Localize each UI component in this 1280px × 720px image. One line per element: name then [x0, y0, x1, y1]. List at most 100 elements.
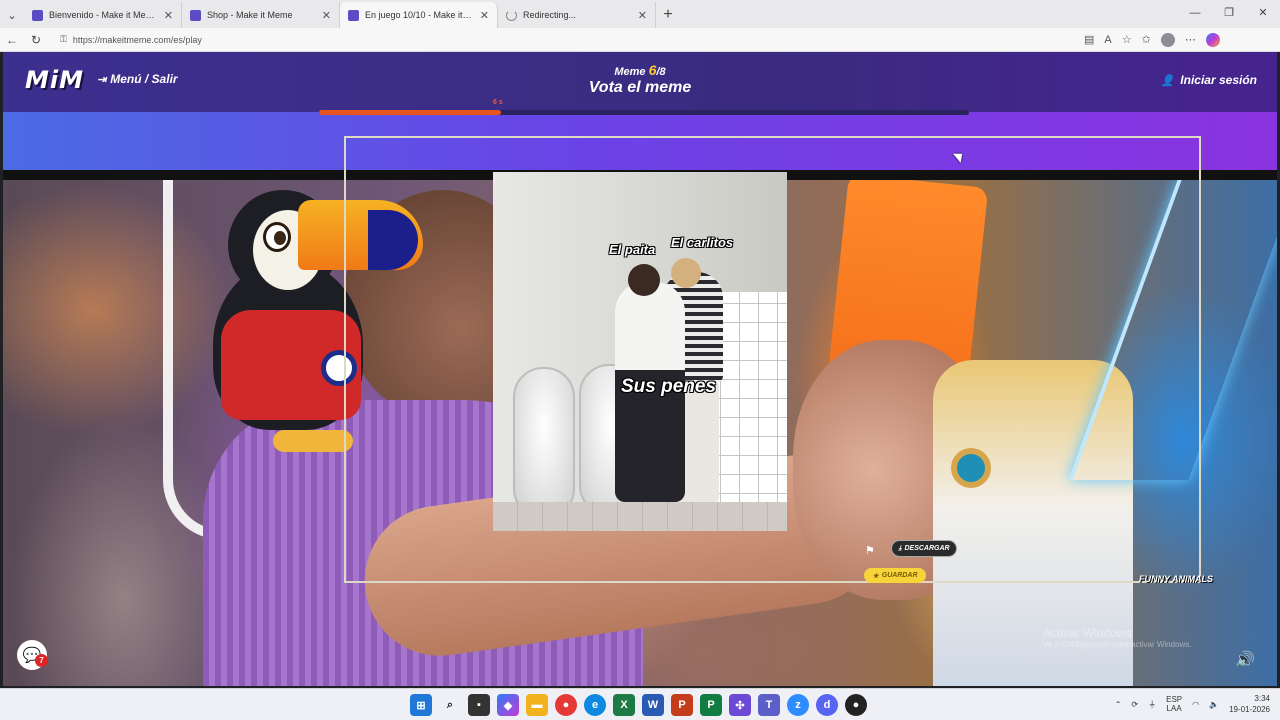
- powerpoint-icon[interactable]: P: [671, 694, 693, 716]
- browser-tab-game[interactable]: En juego 10/10 - Make it Meme ✕: [340, 2, 498, 28]
- chrome-icon[interactable]: ●: [555, 694, 577, 716]
- excel-icon[interactable]: X: [613, 694, 635, 716]
- copilot-icon[interactable]: [1205, 32, 1220, 47]
- meme-caption-left: El paita: [609, 242, 656, 257]
- task-view-icon[interactable]: ▪: [468, 694, 490, 716]
- tab-list-button[interactable]: ⌄: [0, 2, 24, 28]
- maximize-icon[interactable]: ❐: [1212, 0, 1246, 28]
- browser-tab-welcome[interactable]: Bienvenido - Make it Meme ✕: [24, 2, 182, 28]
- star-icon: ★: [872, 572, 879, 580]
- watermark-line2: Ve a Configuración para activar Windows.: [1043, 640, 1192, 649]
- word-icon[interactable]: W: [642, 694, 664, 716]
- menu-exit-link[interactable]: ⇥ Menú / Salir: [97, 72, 178, 86]
- download-icon: ⤓: [898, 544, 902, 552]
- file-explorer-icon[interactable]: ▬: [526, 694, 548, 716]
- game-page: MiM ⇥ Menú / Salir Meme 6/8 Vota el meme…: [3, 52, 1277, 686]
- tab-close-icon[interactable]: ✕: [322, 9, 331, 22]
- translate-icon[interactable]: A: [1104, 34, 1111, 46]
- tab-label: En juego 10/10 - Make it Meme: [365, 10, 474, 20]
- wifi-icon[interactable]: ◠: [1192, 700, 1199, 709]
- reload-icon[interactable]: ↻: [24, 33, 48, 47]
- tray-network-icon[interactable]: ⏚: [1148, 699, 1156, 710]
- address-bar-row: ← ↻ ⚿ https://makeitmeme.com/es/play ▤ A…: [0, 28, 1280, 52]
- site-info-icon[interactable]: ⚿: [60, 34, 67, 45]
- browser-tab-bar: ⌄ Bienvenido - Make it Meme ✕ Shop - Mak…: [0, 0, 1280, 28]
- url-field[interactable]: ⚿ https://makeitmeme.com/es/play: [54, 30, 1074, 49]
- tab-close-icon[interactable]: ✕: [480, 9, 489, 22]
- save-label: GUARDAR: [881, 572, 918, 579]
- app-icon[interactable]: ✣: [729, 694, 751, 716]
- menu-exit-label: Menú / Salir: [110, 72, 178, 86]
- clock-time: 3:34: [1254, 694, 1270, 703]
- round-counter: Meme 6/8: [590, 62, 690, 78]
- urinal-shape: [513, 367, 575, 517]
- makeitmeme-favicon-icon: [190, 9, 201, 21]
- teams-icon[interactable]: T: [758, 694, 780, 716]
- browser-tab-redirecting[interactable]: Redirecting... ✕: [498, 2, 656, 28]
- download-button[interactable]: ⤓ DESCARGAR: [891, 540, 957, 557]
- watermark-line1: Activar Windows: [1043, 626, 1132, 640]
- favorite-star-icon[interactable]: ☆: [1122, 33, 1132, 46]
- lang-line1: ESP: [1166, 695, 1183, 704]
- tab-close-icon[interactable]: ✕: [638, 9, 647, 22]
- reader-icon[interactable]: ▤: [1084, 33, 1094, 46]
- start-icon[interactable]: ⊞: [410, 694, 432, 716]
- makeitmeme-favicon-icon: [32, 9, 43, 21]
- timer-label: 6 s: [493, 99, 503, 106]
- edge-icon[interactable]: e: [584, 694, 606, 716]
- address-bar-icons: ▤ A ☆ ✩ ⋯: [1084, 32, 1220, 47]
- timer-progress-bar: [319, 110, 969, 115]
- tray-chevron-icon[interactable]: ⌃: [1115, 700, 1122, 709]
- user-icon: 👤: [1160, 74, 1175, 87]
- url-text: https://makeitmeme.com/es/play: [72, 34, 202, 45]
- app-icon[interactable]: ●: [845, 694, 867, 716]
- tab-label: Shop - Make it Meme: [207, 10, 293, 20]
- meme-image[interactable]: ... El paita El carlitos Sus penes: [493, 172, 787, 531]
- windows-activation-watermark: Activar Windows Ve a Configuración para …: [1043, 626, 1192, 649]
- tab-label: Bienvenido - Make it Meme: [49, 10, 158, 20]
- tray-app-icon[interactable]: ⟳: [1131, 700, 1138, 709]
- round-prefix: Meme: [614, 66, 649, 78]
- tab-close-icon[interactable]: ✕: [164, 9, 173, 22]
- download-label: DESCARGAR: [904, 545, 950, 552]
- discord-icon[interactable]: d: [816, 694, 838, 716]
- meme-caption-right: El carlitos: [671, 235, 734, 250]
- mim-logo[interactable]: MiM: [25, 66, 84, 94]
- loading-spinner-icon: [506, 9, 517, 21]
- makeitmeme-favicon-icon: [348, 9, 359, 21]
- timer-progress-fill: [319, 110, 501, 115]
- exit-icon: ⇥: [97, 73, 107, 86]
- language-indicator[interactable]: ESP LAA: [1166, 695, 1182, 713]
- flag-icon[interactable]: ⚑: [865, 544, 875, 557]
- background-theme-label: FUNNY ANIMALS: [1139, 574, 1213, 584]
- windows-taskbar: ⊞ ⌕ ▪ ◆ ▬ ● e X W P P ✣ T z d ● ⌃ ⟳ ⏚ ES…: [0, 688, 1280, 720]
- system-tray: ⌃ ⟳ ⏚ ESP LAA ◠ 🔈 3:34 19-01-2026: [1115, 693, 1270, 715]
- volume-icon[interactable]: 🔈: [1209, 700, 1219, 709]
- login-label: Iniciar sesión: [1180, 73, 1257, 87]
- round-total: /8: [656, 66, 666, 78]
- lang-line2: LAA: [1166, 704, 1182, 713]
- minimize-icon[interactable]: —: [1178, 0, 1212, 28]
- clock[interactable]: 3:34 19-01-2026: [1229, 693, 1270, 715]
- new-tab-button[interactable]: +: [656, 2, 680, 28]
- save-button[interactable]: ★ GUARDAR: [864, 568, 926, 583]
- project-icon[interactable]: P: [700, 694, 722, 716]
- window-controls: — ❐ ✕: [1178, 0, 1280, 28]
- chat-badge: 7: [35, 654, 48, 667]
- close-window-icon[interactable]: ✕: [1246, 0, 1280, 28]
- page-title: Vota el meme: [588, 79, 692, 96]
- copilot-app-icon[interactable]: ◆: [497, 694, 519, 716]
- more-options-icon[interactable]: ⋯: [1185, 33, 1196, 46]
- zoom-icon[interactable]: z: [787, 694, 809, 716]
- login-button[interactable]: 👤 Iniciar sesión: [1161, 73, 1257, 87]
- meme-top-text: ...: [611, 172, 617, 174]
- meme-caption-main: Sus penes: [621, 376, 717, 397]
- profile-avatar-icon[interactable]: [1160, 32, 1175, 47]
- tab-label: Redirecting...: [523, 10, 577, 20]
- back-icon[interactable]: ←: [0, 33, 24, 47]
- clock-date: 19-01-2026: [1229, 705, 1270, 714]
- favorites-icon[interactable]: ✩: [1142, 33, 1151, 46]
- browser-tab-shop[interactable]: Shop - Make it Meme ✕: [182, 2, 340, 28]
- search-icon[interactable]: ⌕: [439, 694, 461, 716]
- sound-icon[interactable]: 🔊: [1235, 650, 1255, 670]
